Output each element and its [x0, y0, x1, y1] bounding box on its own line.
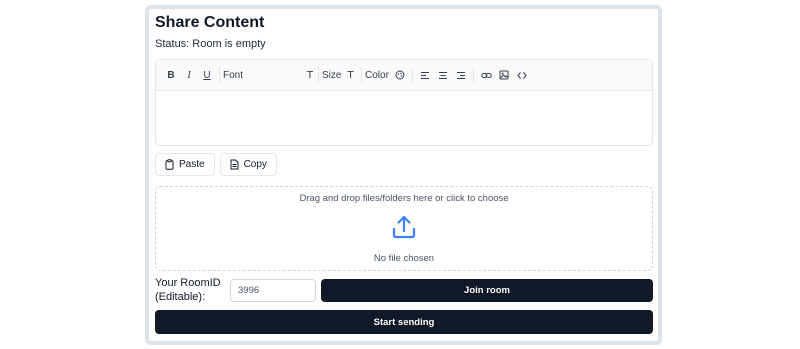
copy-button[interactable]: Copy [219, 153, 277, 176]
start-sending-button[interactable]: Start sending [155, 310, 653, 334]
toolbar-divider [412, 67, 413, 83]
align-right-icon[interactable] [452, 71, 470, 80]
toolbar-divider [361, 67, 362, 83]
toolbar-divider [219, 67, 220, 83]
room-id-label-line1: Your RoomID [155, 277, 221, 289]
align-center-icon[interactable] [434, 71, 452, 80]
share-content-card: Share Content Status: Room is empty B I … [145, 5, 662, 345]
paste-button-label: Paste [179, 159, 205, 170]
join-room-button[interactable]: Join room [321, 279, 653, 302]
toolbar-divider [473, 67, 474, 83]
code-icon[interactable] [513, 71, 531, 80]
editor-content-area[interactable] [156, 91, 652, 145]
page-title: Share Content [155, 14, 265, 31]
room-status: Status: Room is empty [155, 38, 266, 50]
image-icon[interactable] [495, 70, 513, 80]
underline-icon[interactable]: U [198, 70, 216, 81]
room-id-label-line2: (Editable): [155, 291, 206, 303]
toolbar-divider [318, 67, 319, 83]
copy-icon [230, 159, 239, 170]
color-picker-label: Color [365, 69, 389, 81]
clipboard-actions: Paste Copy [155, 153, 277, 176]
paste-button[interactable]: Paste [155, 153, 215, 176]
editor-toolbar: B I U Font T Size T Color [156, 60, 652, 91]
size-icon: T [347, 69, 354, 81]
size-picker-label: Size [322, 69, 342, 81]
file-status: No file chosen [373, 253, 435, 264]
rich-text-editor: B I U Font T Size T Color [155, 59, 653, 146]
font-picker-label: Font [223, 69, 244, 81]
dropzone-instruction: Drag and drop files/folders here or clic… [299, 193, 509, 204]
align-left-icon[interactable] [416, 71, 434, 80]
room-id-label: Your RoomID (Editable): [155, 276, 225, 304]
room-id-input[interactable] [230, 279, 316, 302]
italic-icon[interactable]: I [180, 70, 198, 81]
size-picker[interactable]: Size T [322, 70, 358, 81]
font-picker[interactable]: Font T [223, 70, 315, 81]
color-palette-icon [395, 70, 405, 80]
font-icon: T [306, 69, 313, 81]
link-icon[interactable] [477, 71, 495, 80]
clipboard-icon [165, 159, 174, 170]
file-dropzone[interactable]: Drag and drop files/folders here or clic… [155, 186, 653, 271]
color-picker[interactable]: Color [365, 70, 409, 81]
upload-icon [392, 215, 416, 239]
bold-icon[interactable]: B [162, 70, 180, 81]
copy-button-label: Copy [243, 159, 267, 170]
